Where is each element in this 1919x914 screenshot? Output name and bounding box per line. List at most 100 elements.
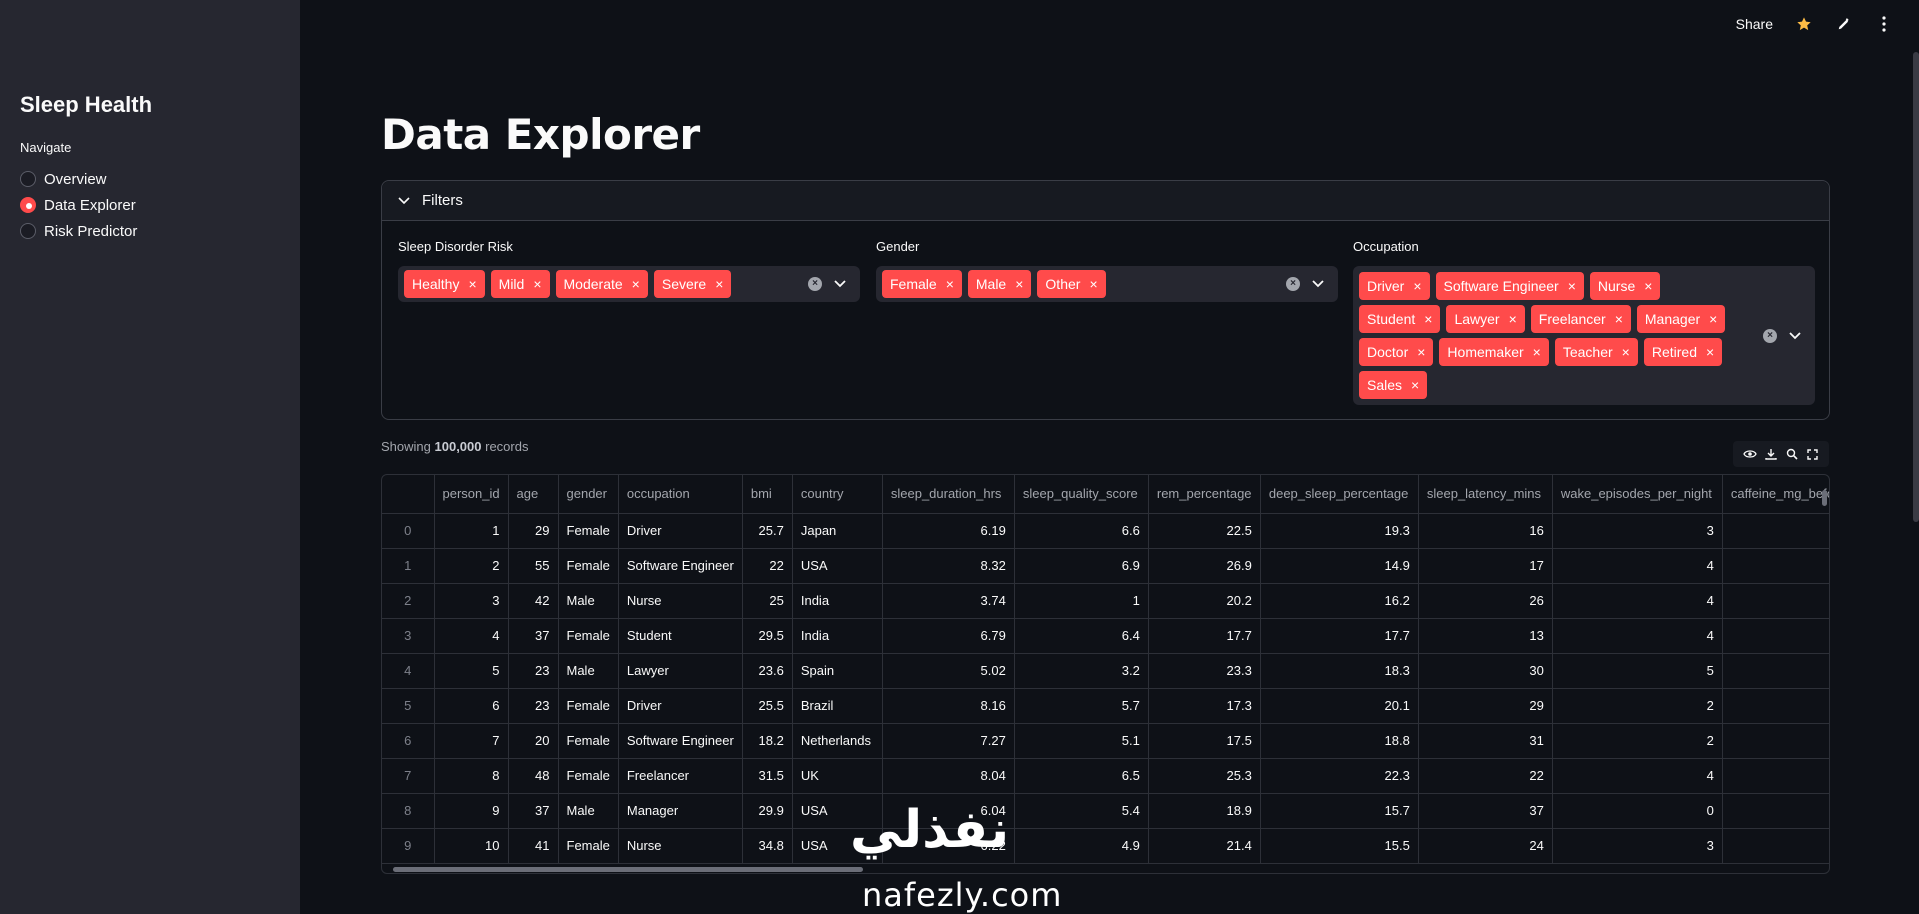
table-cell[interactable]: 3 [1552,828,1723,864]
table-cell[interactable]: 17.7 [1148,618,1261,654]
row-index[interactable]: 3 [382,618,435,654]
table-cell[interactable]: 34.8 [742,828,793,864]
table-cell[interactable]: 8 [434,758,509,794]
close-icon[interactable]: × [1568,278,1576,294]
table-cell[interactable]: Female [558,723,619,759]
table-cell[interactable]: 22.5 [1148,513,1261,549]
table-cell[interactable] [1722,618,1829,654]
occupation-multiselect[interactable]: Driver × Software Engineer × Nurse × Studen… [1353,266,1815,405]
table-row[interactable]: 7 8 48 Female Freelancer 31.5 UK 8.04 6.5 25.3 22.… [382,758,1829,794]
close-icon[interactable]: × [533,276,541,292]
table-cell[interactable]: 3 [434,583,509,619]
row-index[interactable]: 1 [382,548,435,584]
row-index[interactable]: 7 [382,758,435,794]
close-icon[interactable]: × [715,276,723,292]
table-cell[interactable]: 20 [508,723,559,759]
table-cell[interactable]: 37 [508,618,559,654]
table-cell[interactable]: 20.2 [1148,583,1261,619]
clear-all-icon[interactable]: × [1286,277,1300,291]
fullscreen-icon[interactable] [1806,447,1820,461]
table-cell[interactable]: 15.5 [1260,828,1419,864]
table-cell[interactable] [1722,793,1829,829]
column-header[interactable]: deep_sleep_percentage [1260,475,1419,514]
table-cell[interactable] [1722,723,1829,759]
table-cell[interactable]: 37 [1418,793,1553,829]
table-cell[interactable]: 29 [508,513,559,549]
table-cell[interactable]: USA [792,548,883,584]
table-cell[interactable]: Female [558,828,619,864]
chevron-down-icon[interactable] [834,280,846,288]
close-icon[interactable]: × [1015,276,1023,292]
radio-icon[interactable] [20,223,36,239]
close-icon[interactable]: × [946,276,954,292]
table-cell[interactable]: 23.3 [1148,653,1261,689]
table-cell[interactable] [1722,513,1829,549]
table-cell[interactable] [1722,653,1829,689]
table-cell[interactable]: 8.16 [882,688,1015,724]
table-row[interactable]: 0 1 29 Female Driver 25.7 Japan 6.19 6.6 22.5 19.3… [382,513,1829,549]
table-cell[interactable]: 10 [434,828,509,864]
table-cell[interactable]: 37 [508,793,559,829]
table-cell[interactable]: 4 [1552,548,1723,584]
column-header[interactable]: person_id [434,475,509,514]
row-index[interactable]: 4 [382,653,435,689]
table-cell[interactable]: 41 [508,828,559,864]
table-cell[interactable]: Driver [618,513,743,549]
column-header[interactable]: gender [558,475,619,514]
close-icon[interactable]: × [1413,278,1421,294]
search-icon[interactable] [1785,447,1799,461]
table-cell[interactable]: 22 [742,548,793,584]
table-cell[interactable]: 16 [1418,513,1553,549]
table-cell[interactable]: Nurse [618,583,743,619]
column-header[interactable]: caffeine_mg_befo [1722,475,1829,514]
tag-software-engineer[interactable]: Software Engineer × [1435,272,1584,300]
table-cell[interactable]: 25.5 [742,688,793,724]
tag-mild[interactable]: Mild × [490,270,550,298]
table-cell[interactable]: Manager [618,793,743,829]
tag-lawyer[interactable]: Lawyer × [1446,305,1525,333]
table-cell[interactable]: Nurse [618,828,743,864]
column-header[interactable]: bmi [742,475,793,514]
table-cell[interactable]: 17.7 [1260,618,1419,654]
close-icon[interactable]: × [468,276,476,292]
share-button[interactable]: Share [1736,16,1773,32]
table-cell[interactable]: 18.2 [742,723,793,759]
risk-multiselect[interactable]: Healthy × Mild × Moderate × Severe × × [398,266,860,302]
table-cell[interactable]: 29 [1418,688,1553,724]
table-row[interactable]: 3 4 37 Female Student 29.5 India 6.79 6.4 17.7 17.… [382,618,1829,654]
table-cell[interactable]: India [792,583,883,619]
table-cell[interactable]: 5 [434,653,509,689]
table-cell[interactable]: 18.3 [1260,653,1419,689]
download-icon[interactable] [1764,447,1778,461]
table-cell[interactable]: Female [558,688,619,724]
tag-other[interactable]: Other × [1037,270,1106,298]
scrollbar-thumb[interactable] [393,867,863,872]
radio-icon[interactable] [20,171,36,187]
row-index[interactable]: 5 [382,688,435,724]
close-icon[interactable]: × [1424,311,1432,327]
tag-healthy[interactable]: Healthy × [404,270,485,298]
column-header[interactable]: wake_episodes_per_night [1552,475,1723,514]
row-index[interactable]: 9 [382,828,435,864]
column-header[interactable]: rem_percentage [1148,475,1261,514]
table-cell[interactable]: 15.7 [1260,793,1419,829]
table-cell[interactable]: 25.7 [742,513,793,549]
close-icon[interactable]: × [1615,311,1623,327]
tag-moderate[interactable]: Moderate × [555,270,648,298]
table-cell[interactable]: 19.3 [1260,513,1419,549]
table-cell[interactable]: 23 [508,653,559,689]
table-cell[interactable]: 18.9 [1148,793,1261,829]
table-cell[interactable]: 5 [1552,653,1723,689]
row-index[interactable]: 0 [382,513,435,549]
tag-nurse[interactable]: Nurse × [1589,272,1661,300]
table-cell[interactable]: Male [558,653,619,689]
nav-item-risk-predictor[interactable]: Risk Predictor [20,218,137,244]
table-cell[interactable]: 23.6 [742,653,793,689]
table-cell[interactable]: Spain [792,653,883,689]
table-cell[interactable]: 4.9 [1014,828,1149,864]
table-cell[interactable]: 25.3 [1148,758,1261,794]
table-cell[interactable]: 31 [1418,723,1553,759]
table-cell[interactable]: 18.8 [1260,723,1419,759]
table-cell[interactable]: UK [792,758,883,794]
clear-all-icon[interactable]: × [1763,328,1777,343]
